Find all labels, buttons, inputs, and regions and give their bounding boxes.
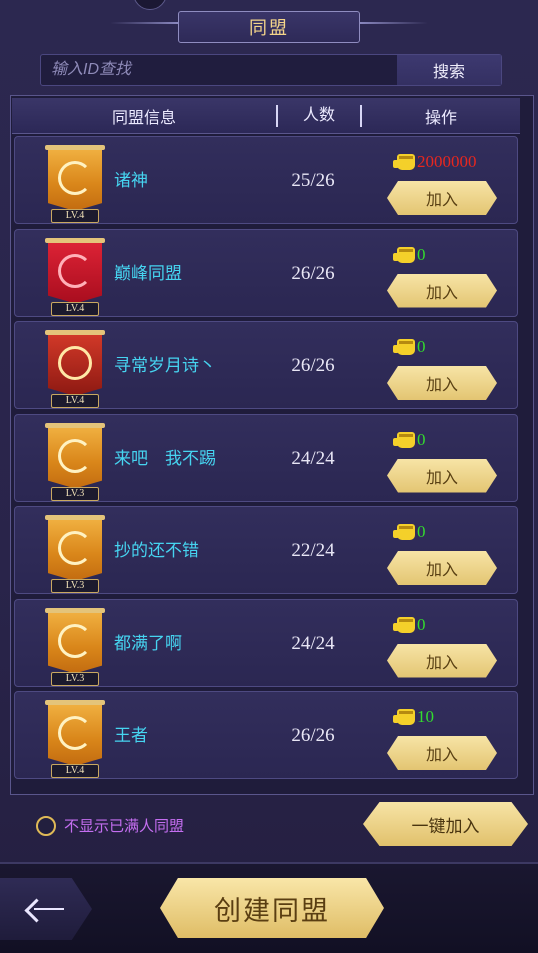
power-value: 0 [417,522,426,541]
dragon-emblem-icon [58,438,92,473]
fist-icon [393,616,415,633]
fist-icon [393,246,415,263]
member-count: 26/26 [291,262,335,284]
join-button[interactable]: 加入 [387,736,497,770]
alliance-list[interactable]: LV.4 诸神 25/26 2000000 加入 LV.4 巅峰同盟 26/26… [12,136,520,782]
join-all-button[interactable]: 一键加入 [363,802,528,846]
power-value: 0 [417,244,426,264]
page-title: 同盟 [249,18,289,38]
alliance-banner: LV.4 [45,330,105,408]
column-header-members: 人数 [276,104,362,127]
dragon-emblem-icon [58,623,92,658]
level-badge: LV.4 [51,301,99,316]
radio-button[interactable] [36,815,56,836]
title-plate: 同盟 [178,11,360,43]
alliance-screen: 同盟 搜索 同盟信息 人数 操作 LV.4 诸神 25/26 2000000 加… [0,0,538,953]
column-header-actions: 操作 [424,109,457,127]
title-ornament-left [110,22,178,24]
alliance-name: 都满了啊 [114,633,182,653]
banner-pole [45,515,105,520]
alliance-row: LV.3 来吧 我不踢 24/24 0 加入 [14,413,518,502]
power-value: 0 [417,614,426,634]
alliance-row: LV.4 诸神 25/26 2000000 加入 [14,136,518,224]
level-badge: LV.4 [51,394,99,408]
join-button[interactable]: 加入 [387,273,497,308]
banner-pole [45,700,105,705]
power-display: 0 [393,244,426,266]
title-ornament-right [360,22,428,24]
fist-icon [393,154,415,170]
join-button[interactable]: 加入 [387,643,497,678]
dragon-emblem-icon [58,161,92,195]
alliance-name: 巅峰同盟 [114,263,182,283]
alliance-row: LV.4 王者 26/26 10 加入 [14,691,518,779]
level-badge: LV.4 [51,764,99,778]
search-input[interactable] [41,55,397,85]
alliance-name: 诸神 [114,171,148,190]
create-alliance-button[interactable]: 创建同盟 [160,878,384,938]
power-display: 2000000 [393,151,477,173]
fist-icon [393,339,415,355]
level-badge: LV.4 [51,209,99,223]
power-display: 0 [393,429,426,451]
alliance-banner: LV.4 [45,145,105,223]
join-button[interactable]: 加入 [387,366,497,400]
alliance-banner: LV.3 [45,607,105,686]
filter-label: 不显示已满人同盟 [64,818,185,835]
alliance-banner: LV.3 [45,422,105,501]
member-count: 24/24 [291,447,335,469]
alliance-row: LV.3 都满了啊 24/24 0 加入 [14,598,518,687]
dragon-emblem-icon [58,346,92,380]
fist-icon [393,431,415,448]
dragon-emblem-icon [58,716,92,750]
fist-icon [393,709,415,725]
alliance-name: 来吧 我不踢 [114,448,216,468]
member-count: 24/24 [291,632,335,654]
join-button[interactable]: 加入 [387,551,497,585]
avatar [133,0,167,10]
banner-pole [45,330,105,335]
search-button[interactable]: 搜索 [397,55,501,85]
dragon-emblem-icon [58,253,92,288]
join-button[interactable]: 加入 [387,458,497,493]
power-display: 0 [393,336,426,358]
alliance-banner: LV.4 [45,700,105,778]
column-header-info: 同盟信息 [111,109,176,127]
search-bar: 搜索 [40,54,502,86]
title-bar: 同盟 [0,0,538,46]
hide-full-filter[interactable]: 不显示已满人同盟 [36,815,184,836]
banner-pole [45,422,105,428]
join-button[interactable]: 加入 [387,181,497,215]
power-value: 0 [417,337,426,356]
level-badge: LV.3 [51,486,99,501]
alliance-banner: LV.3 [45,515,105,593]
fist-icon [393,524,415,540]
member-count: 25/26 [291,170,335,191]
power-display: 0 [393,521,426,543]
power-display: 10 [393,706,434,728]
alliance-banner: LV.4 [45,237,105,316]
banner-pole [45,145,105,150]
member-count: 26/26 [291,725,335,746]
alliance-name: 寻常岁月诗丶 [114,356,216,375]
alliance-row: LV.3 抄的还不错 22/24 0 加入 [14,506,518,594]
alliance-row: LV.4 寻常岁月诗丶 26/26 0 加入 [14,321,518,409]
dragon-emblem-icon [58,531,92,565]
level-badge: LV.3 [51,671,99,686]
banner-pole [45,607,105,613]
member-count: 22/24 [291,540,335,561]
level-badge: LV.3 [51,579,99,593]
power-value: 0 [417,429,426,449]
power-value: 2000000 [417,152,477,171]
power-value: 10 [417,707,434,726]
alliance-name: 王者 [114,726,148,745]
alliance-row: LV.4 巅峰同盟 26/26 0 加入 [14,228,518,317]
back-arrow-icon [28,900,64,918]
member-count: 26/26 [291,355,335,376]
table-header: 同盟信息 人数 操作 [12,98,520,134]
banner-pole [45,237,105,243]
alliance-name: 抄的还不错 [114,541,199,560]
power-display: 0 [393,614,426,636]
